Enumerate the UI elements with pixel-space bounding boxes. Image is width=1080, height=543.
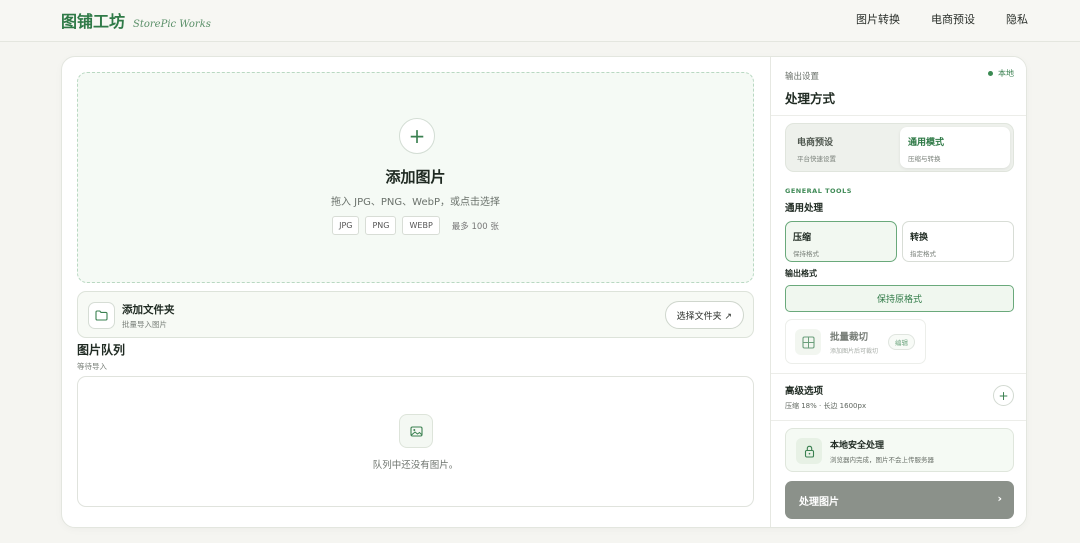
main-card: + 添加图片 拖入 JPG、PNG、WebP，或点击选择 JPG PNG WEB… [61,56,1027,528]
nav-item-presets[interactable]: 电商预设 [931,11,975,27]
batch-crop-subtitle: 添加图片后可裁切 [830,348,879,355]
grid-icon [795,329,821,355]
expand-plus-icon[interactable]: + [993,385,1014,406]
batch-crop-title: 批量裁切 [830,332,869,343]
format-tag-png: PNG [365,216,397,235]
add-folder-title: 添加文件夹 [122,304,175,316]
format-tag-jpg: JPG [332,216,360,235]
divider [771,373,1026,374]
dropzone-title: 添加图片 [385,168,446,186]
image-dropzone[interactable]: + 添加图片 拖入 JPG、PNG、WebP，或点击选择 JPG PNG WEB… [77,72,754,283]
plus-icon[interactable]: + [399,118,435,154]
mode-option-subtitle: 平台快速设置 [797,155,836,163]
mode-option-title: 通用模式 [908,138,945,148]
mode-option-general[interactable]: 通用模式 压缩与转换 [900,127,1010,168]
tool-convert[interactable]: 转换 指定格式 [902,221,1014,262]
mode-option-subtitle: 压缩与转换 [908,155,941,163]
advanced-options-summary: 压缩 18% · 长边 1600px [785,402,867,410]
mode-option-ecommerce[interactable]: 电商预设 平台快速设置 [789,127,899,168]
general-tools-title: 通用处理 [785,203,824,214]
folder-icon [88,302,115,329]
tool-subtitle: 保持格式 [793,250,819,258]
output-format-title: 输出格式 [785,269,817,278]
secure-title: 本地安全处理 [830,441,885,451]
image-queue: 队列中还没有图片。 [77,376,754,507]
add-folder-row: 添加文件夹 批量导入图片 选择文件夹 ↗ [77,291,754,338]
queue-title: 图片队列 [77,343,126,357]
nav-item-convert[interactable]: 图片转换 [856,11,900,27]
batch-crop-edit-button[interactable]: 编辑 [888,334,915,350]
choose-folder-button[interactable]: 选择文件夹 ↗ [664,301,744,329]
status-dot-icon [988,71,993,76]
process-images-button[interactable]: 处理图片 › [785,481,1014,519]
tool-compress[interactable]: 压缩 保持格式 [785,221,897,262]
panel-label: 输出设置 [785,72,820,82]
general-tools-caption: GENERAL TOOLS [785,187,852,195]
lock-icon [796,438,822,464]
advanced-options-title: 高级选项 [785,386,824,397]
secure-subtitle: 浏览器内完成，图片不会上传服务器 [830,456,934,464]
tool-title: 压缩 [793,233,812,243]
brand-name: 图铺工坊 [61,12,126,31]
settings-panel: 输出设置 本地 处理方式 电商预设 平台快速设置 通用模式 压缩与转换 GENE… [770,57,1026,527]
process-button-label: 处理图片 [799,496,839,508]
local-status-label: 本地 [998,69,1014,78]
top-nav: 图片转换 电商预设 隐私 [856,11,1028,27]
mode-option-title: 电商预设 [797,138,834,148]
chevron-right-icon: › [997,492,1002,505]
format-tags: JPG PNG WEBP 最多 100 张 [78,216,753,235]
dropzone-subtitle: 拖入 JPG、PNG、WebP，或点击选择 [331,197,500,208]
queue-empty-text: 队列中还没有图片。 [372,460,459,471]
panel-title: 处理方式 [785,91,836,106]
nav-item-privacy[interactable]: 隐私 [1006,11,1028,27]
brand-name-en: StorePic Works [133,19,211,30]
format-tag-webp: WEBP [402,216,440,235]
local-secure-card: 本地安全处理 浏览器内完成，图片不会上传服务器 [785,428,1014,472]
brand[interactable]: 图铺工坊 StorePic Works [61,8,211,32]
batch-crop-card: 批量裁切 添加图片后可裁切 编辑 [785,319,926,364]
top-bar: 图铺工坊 StorePic Works 图片转换 电商预设 隐私 [0,0,1080,42]
tool-subtitle: 指定格式 [910,250,936,258]
divider [771,420,1026,421]
local-status: 本地 [988,68,1014,79]
queue-status: 等待导入 [77,362,107,371]
output-format-select[interactable]: 保持原格式 [785,285,1014,312]
add-folder-subtitle: 批量导入图片 [122,320,167,329]
divider [771,115,1026,116]
tool-title: 转换 [910,233,929,243]
image-icon [399,414,433,448]
mode-switch: 电商预设 平台快速设置 通用模式 压缩与转换 [785,123,1014,172]
upload-limit: 最多 100 张 [451,221,499,232]
